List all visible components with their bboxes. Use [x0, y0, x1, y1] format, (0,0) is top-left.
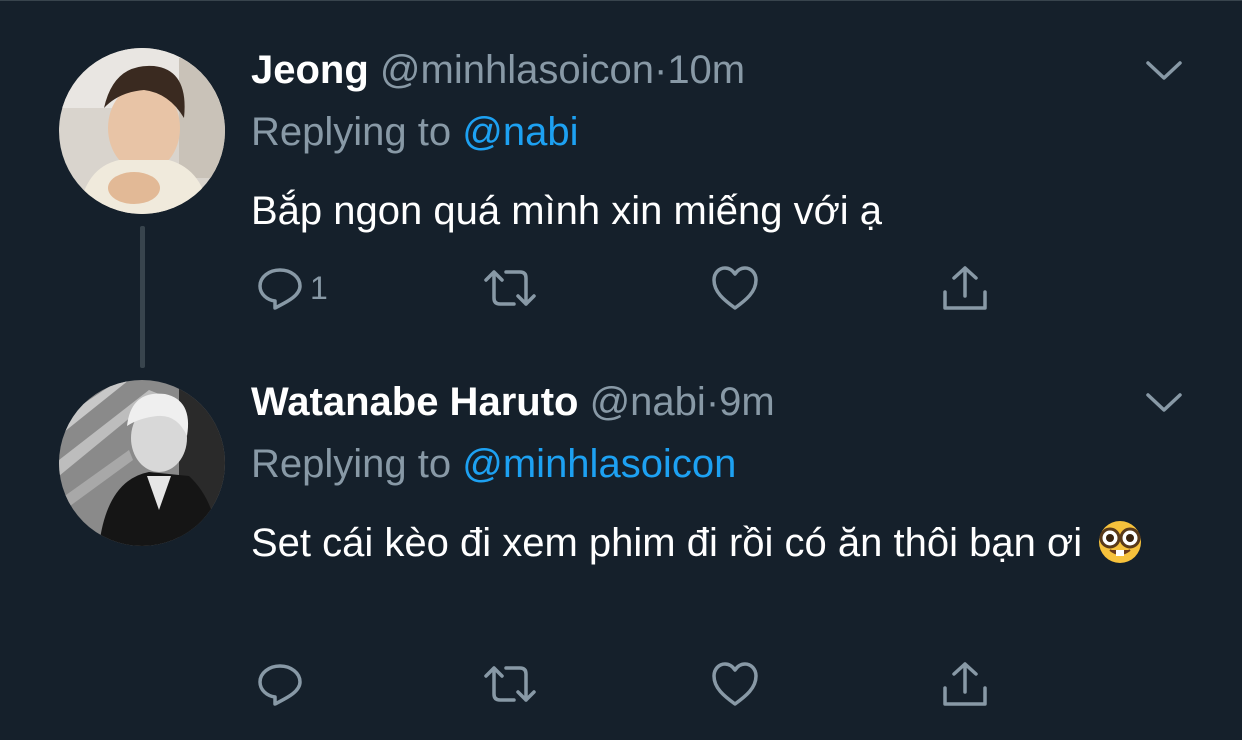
reply-icon	[258, 664, 302, 706]
separator-dot: ·	[705, 380, 720, 424]
like-icon	[712, 662, 758, 706]
avatar-photo-haruto	[59, 380, 225, 546]
avatar[interactable]	[59, 380, 225, 546]
replying-to: Replying to @minhlasoicon	[251, 440, 736, 488]
tweet-header: Watanabe Haruto @nabi·9m	[251, 378, 775, 426]
reply-button[interactable]	[256, 658, 304, 710]
like-button[interactable]	[710, 658, 760, 710]
display-name[interactable]: Watanabe Haruto	[251, 380, 578, 424]
tweet-text: Set cái kèo đi xem phim đi rồi có ăn thô…	[251, 514, 1151, 580]
replying-mention[interactable]: @minhlasoicon	[462, 442, 736, 486]
tweet-text-content: Set cái kèo đi xem phim đi rồi có ăn thô…	[251, 521, 1083, 565]
replying-label: Replying to	[251, 442, 452, 486]
user-handle[interactable]: @nabi	[590, 380, 706, 424]
retweet-icon	[484, 666, 536, 702]
timestamp[interactable]: 9m	[719, 380, 775, 424]
nerd-face-emoji	[1094, 520, 1146, 580]
retweet-button[interactable]	[482, 658, 538, 710]
tweet-2[interactable]: Watanabe Haruto @nabi·9m Replying to @mi…	[0, 0, 1242, 740]
share-icon	[943, 662, 987, 706]
share-button[interactable]	[940, 658, 990, 710]
chevron-down-icon[interactable]	[1144, 390, 1184, 416]
